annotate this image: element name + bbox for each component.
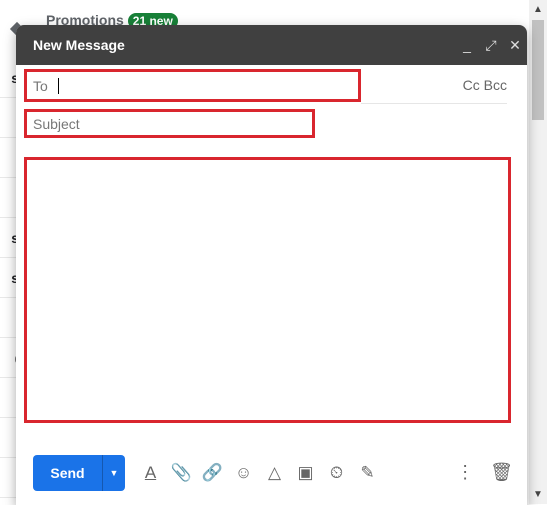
cc-bcc-link[interactable]: Cc Bcc	[463, 77, 507, 93]
confidential-mode-icon[interactable]: ⏲	[321, 463, 352, 483]
formatting-icon[interactable]: A	[135, 463, 166, 483]
compose-title: New Message	[33, 37, 125, 53]
divider	[361, 103, 507, 104]
right-toolbar: ⋮ 🗑	[456, 462, 513, 483]
photo-icon[interactable]: ▣	[290, 463, 321, 483]
subject-field[interactable]: Subject	[24, 109, 315, 138]
text-caret	[57, 77, 59, 94]
send-options-dropdown[interactable]: ▼	[103, 455, 125, 491]
send-button[interactable]: Send	[33, 455, 103, 491]
signature-icon[interactable]: ✎	[352, 463, 383, 483]
scroll-down-icon[interactable]: ▼	[533, 489, 543, 500]
message-body[interactable]	[24, 157, 511, 423]
minimize-icon[interactable]: _	[455, 37, 479, 53]
trash-icon[interactable]: 🗑	[490, 462, 513, 483]
fullscreen-icon[interactable]: ⤢	[479, 37, 503, 54]
drive-icon[interactable]: △	[259, 463, 290, 483]
link-icon[interactable]: 🔗	[197, 463, 228, 483]
send-button-group: Send ▼	[33, 455, 125, 491]
attach-icon[interactable]: 📎	[166, 463, 197, 483]
close-icon[interactable]: ✕	[503, 37, 527, 54]
emoji-icon[interactable]: ☺	[228, 463, 259, 483]
compose-header: New Message _ ⤢ ✕	[16, 25, 527, 65]
compose-toolbar: Send ▼ A 📎 🔗 ☺ △ ▣ ⏲ ✎	[33, 455, 383, 491]
more-options-icon[interactable]: ⋮	[456, 462, 474, 483]
scrollbar-thumb[interactable]	[532, 20, 544, 120]
scrollbar[interactable]: ▲ ▼	[529, 0, 547, 504]
scroll-up-icon[interactable]: ▲	[533, 4, 543, 15]
compose-window: New Message _ ⤢ ✕ To Cc Bcc Subject	[16, 25, 527, 505]
to-field[interactable]: To	[24, 69, 361, 102]
